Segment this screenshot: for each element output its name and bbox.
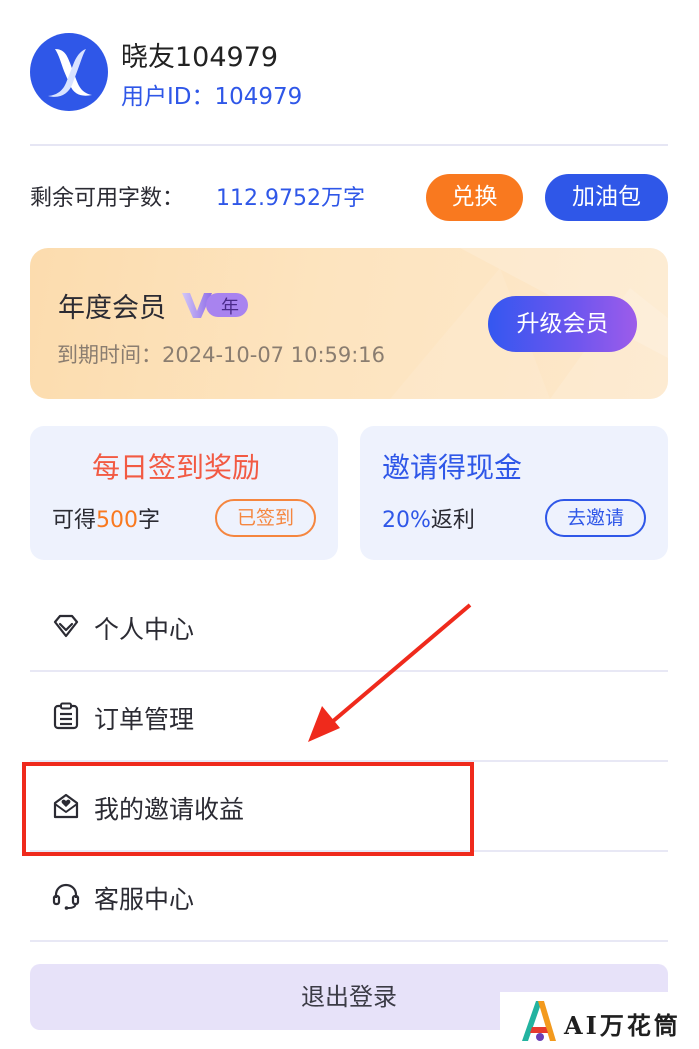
checkin-title: 每日签到奖励: [92, 451, 261, 484]
checkin-sub-suffix: 字: [138, 508, 161, 533]
checkin-subtitle: 可得500字: [52, 502, 160, 534]
username: 晓友104979: [121, 42, 279, 73]
watermark: AI万花筒: [500, 992, 699, 1049]
menu-label: 订单管理: [94, 705, 195, 734]
checkin-card: 每日签到奖励 可得500字 已签到: [30, 426, 338, 560]
go-invite-button[interactable]: 去邀请: [545, 499, 646, 537]
avatar[interactable]: [30, 33, 108, 111]
checkin-amount: 500: [96, 508, 139, 533]
menu-label: 客服中心: [94, 885, 195, 914]
menu-label: 个人中心: [94, 615, 195, 644]
upgrade-button[interactable]: 升级会员: [488, 296, 637, 352]
membership-title: 年度会员: [58, 293, 166, 324]
menu-item-profile[interactable]: 个人中心: [30, 582, 668, 670]
menu-divider: [30, 940, 668, 942]
invite-subtitle: 20%返利: [382, 502, 475, 534]
quota-label: 剩余可用字数：: [30, 186, 185, 211]
clipboard-list-icon: [53, 702, 79, 730]
invite-title: 邀请得现金: [382, 451, 523, 484]
invite-card: 邀请得现金 20%返利 去邀请: [360, 426, 668, 560]
membership-card: 年度会员 年 到期时间：2024-10-07 10:59:16 升级会员: [30, 248, 668, 399]
diamond-icon: [53, 614, 79, 638]
vip-badge-text: 年: [221, 297, 239, 318]
membership-expiry: 到期时间：2024-10-07 10:59:16: [57, 343, 386, 367]
kaleidoscope-logo-icon: [522, 1001, 556, 1041]
x-logo-icon: [48, 49, 92, 97]
fuel-pack-button[interactable]: 加油包: [545, 174, 668, 221]
invite-sub-suffix: 返利: [430, 508, 475, 533]
checkin-sub-prefix: 可得: [52, 508, 97, 533]
annotation-highlight-box: [22, 762, 474, 856]
exchange-button[interactable]: 兑换: [426, 174, 523, 221]
user-id: 用户ID：104979: [121, 84, 303, 110]
menu-item-orders[interactable]: 订单管理: [30, 672, 668, 760]
watermark-text: AI万花筒: [564, 1011, 681, 1040]
quota-value: 112.9752万字: [216, 186, 365, 211]
menu-item-support[interactable]: 客服中心: [30, 852, 668, 940]
invite-rate: 20%: [382, 508, 431, 533]
divider: [30, 144, 668, 146]
headset-icon: [52, 883, 80, 910]
signed-in-button[interactable]: 已签到: [215, 499, 316, 537]
